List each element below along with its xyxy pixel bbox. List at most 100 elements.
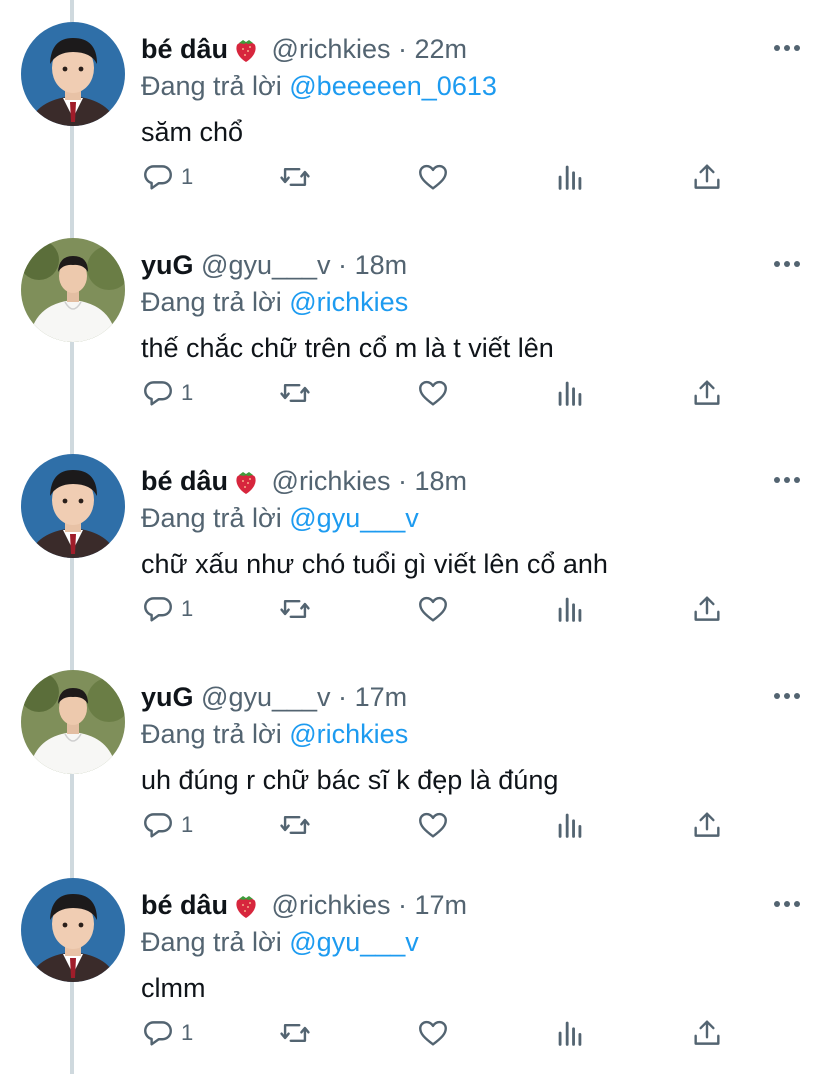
share-button[interactable] — [690, 157, 724, 197]
heart-icon — [419, 164, 447, 190]
tweet-header: yuG @gyu___v · 18m — [141, 249, 407, 281]
share-button[interactable] — [690, 373, 724, 413]
display-name[interactable]: yuG — [141, 682, 194, 712]
reply-count: 1 — [181, 380, 194, 405]
tweet[interactable]: bé dâu @richkies · 22m Đang trả lời @bee… — [0, 0, 828, 216]
reply-button[interactable]: 1 — [141, 589, 193, 629]
like-button[interactable] — [416, 589, 450, 629]
reply-button[interactable]: 1 — [141, 157, 193, 197]
tweet[interactable]: bé dâu @richkies · 17m Đang trả lời @gyu… — [0, 856, 828, 1072]
avatar[interactable] — [21, 670, 125, 774]
more-button[interactable] — [772, 688, 802, 704]
display-name[interactable]: bé dâu — [141, 890, 228, 920]
avatar[interactable] — [21, 22, 125, 126]
strawberry-icon — [234, 467, 258, 502]
stats-icon — [558, 597, 582, 622]
tweet[interactable]: yuG @gyu___v · 17m Đang trả lời @richkie… — [0, 648, 828, 864]
action-bar: 1 — [0, 805, 828, 845]
avatar-boy-white-shirt-icon — [21, 670, 125, 774]
stats-button[interactable] — [553, 589, 587, 629]
avatar-boy-school-uniform-icon — [21, 22, 125, 126]
share-icon — [694, 164, 720, 189]
handle[interactable]: @gyu___v — [201, 682, 331, 712]
timestamp[interactable]: 17m — [355, 682, 408, 712]
reply-button[interactable]: 1 — [141, 805, 193, 845]
mention-link[interactable]: @richkies — [289, 287, 408, 317]
more-button[interactable] — [772, 40, 802, 56]
share-icon — [694, 596, 720, 621]
stats-icon — [558, 165, 582, 190]
share-icon — [694, 1020, 720, 1045]
share-button[interactable] — [690, 1013, 724, 1053]
tweet-header: bé dâu @richkies · 22m — [141, 33, 467, 70]
replying-to-label: Đang trả lời — [141, 287, 290, 317]
retweet-button[interactable] — [278, 805, 312, 845]
tweet-header: yuG @gyu___v · 17m — [141, 681, 407, 713]
reply-icon — [144, 1021, 172, 1046]
action-bar: 1 — [0, 589, 828, 629]
avatar-boy-school-uniform-icon — [21, 454, 125, 558]
stats-button[interactable] — [553, 373, 587, 413]
tweet-text: săm chổ — [141, 117, 244, 147]
mention-link[interactable]: @gyu___v — [289, 927, 419, 957]
stats-button[interactable] — [553, 805, 587, 845]
retweet-button[interactable] — [278, 1013, 312, 1053]
share-button[interactable] — [690, 805, 724, 845]
replying-to: Đang trả lời @beeeeen_0613 — [141, 70, 497, 102]
share-icon — [694, 380, 720, 405]
mention-link[interactable]: @richkies — [289, 719, 408, 749]
handle[interactable]: @richkies — [272, 466, 391, 496]
timestamp[interactable]: 18m — [415, 466, 468, 496]
timestamp[interactable]: 22m — [415, 34, 468, 64]
handle[interactable]: @richkies — [272, 890, 391, 920]
timestamp[interactable]: 18m — [355, 250, 408, 280]
tweet-text: uh đúng r chữ bác sĩ k đẹp là đúng — [141, 765, 559, 795]
reply-button[interactable]: 1 — [141, 373, 193, 413]
more-button[interactable] — [772, 472, 802, 488]
more-button[interactable] — [772, 896, 802, 912]
tweet-text: thế chắc chữ trên cổ m là t viết lên — [141, 333, 554, 363]
retweet-icon — [280, 384, 310, 402]
reply-button[interactable]: 1 — [141, 1013, 193, 1053]
share-icon — [694, 812, 720, 837]
mention-link[interactable]: @gyu___v — [289, 503, 419, 533]
retweet-button[interactable] — [278, 589, 312, 629]
avatar[interactable] — [21, 454, 125, 558]
more-dots-icon — [774, 45, 800, 51]
display-name[interactable]: bé dâu — [141, 466, 228, 496]
display-name[interactable]: yuG — [141, 250, 194, 280]
timestamp[interactable]: 17m — [415, 890, 468, 920]
handle[interactable]: @richkies — [272, 34, 391, 64]
tweet[interactable]: yuG @gyu___v · 18m Đang trả lời @richkie… — [0, 216, 828, 432]
replying-to: Đang trả lời @richkies — [141, 718, 408, 750]
handle[interactable]: @gyu___v — [201, 250, 331, 280]
avatar[interactable] — [21, 878, 125, 982]
retweet-button[interactable] — [278, 373, 312, 413]
mention-link[interactable]: @beeeeen_0613 — [289, 71, 497, 101]
stats-button[interactable] — [553, 1013, 587, 1053]
like-button[interactable] — [416, 373, 450, 413]
separator: · — [338, 250, 348, 280]
replying-to-label: Đang trả lời — [141, 71, 290, 101]
stats-icon — [558, 813, 582, 838]
display-name[interactable]: bé dâu — [141, 34, 228, 64]
more-button[interactable] — [772, 256, 802, 272]
more-dots-icon — [774, 901, 800, 907]
more-dots-icon — [774, 261, 800, 267]
share-button[interactable] — [690, 589, 724, 629]
avatar-boy-white-shirt-icon — [21, 238, 125, 342]
stats-button[interactable] — [553, 157, 587, 197]
tweet-header: bé dâu @richkies · 18m — [141, 465, 467, 502]
reply-count: 1 — [181, 164, 194, 189]
like-button[interactable] — [416, 157, 450, 197]
tweet-text: chữ xấu như chó tuổi gì viết lên cổ anh — [141, 549, 608, 579]
avatar[interactable] — [21, 238, 125, 342]
action-bar: 1 — [0, 373, 828, 413]
retweet-button[interactable] — [278, 157, 312, 197]
reply-icon — [144, 381, 172, 406]
like-button[interactable] — [416, 1013, 450, 1053]
replying-to-label: Đang trả lời — [141, 503, 290, 533]
tweet-text: clmm — [141, 973, 206, 1003]
like-button[interactable] — [416, 805, 450, 845]
tweet[interactable]: bé dâu @richkies · 18m Đang trả lời @gyu… — [0, 432, 828, 648]
